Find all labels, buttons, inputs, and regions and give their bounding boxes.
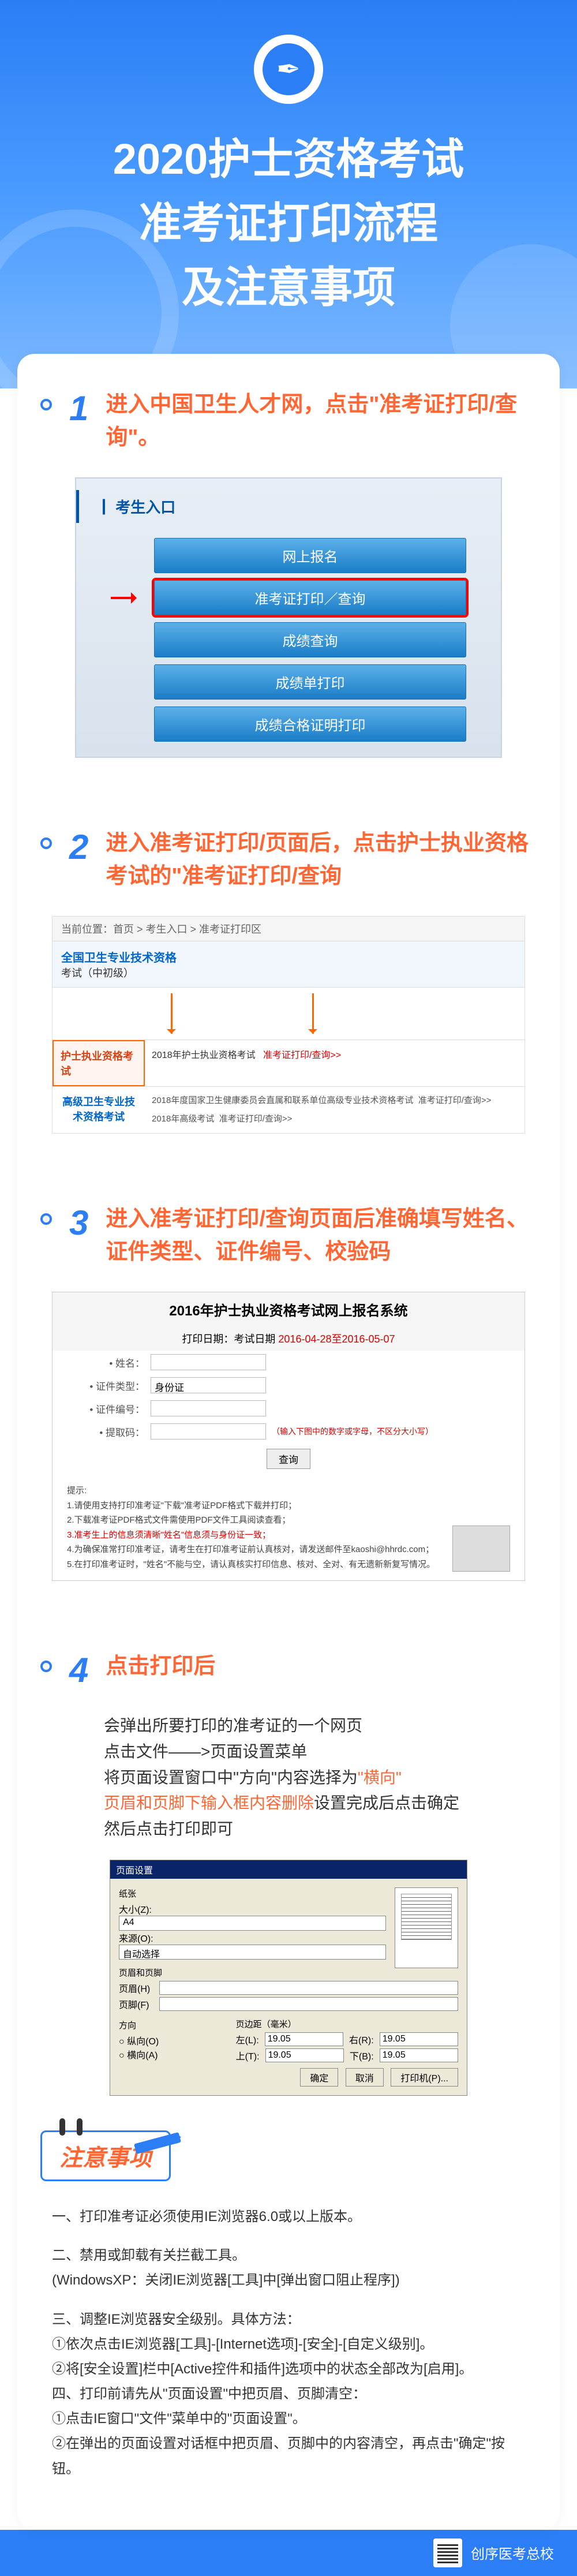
form-subtitle: 打印日期：考试日期 2016-04-28至2016-05-07 [53, 1326, 524, 1351]
page-setup-dialog: 页面设置 纸张 大小(Z): A4 来源(O): 自动选择 页眉和页脚 页眉(H… [110, 1860, 467, 2096]
score-query-button[interactable]: 成绩查询 [154, 622, 466, 657]
notes-badge: 注意事项 [40, 2130, 171, 2181]
code-label: • 提取码： [76, 1425, 145, 1439]
pencil-icon [134, 2132, 181, 2154]
code-input[interactable] [151, 1423, 266, 1440]
banner: 全国卫生专业技术资格 考试（中初级） [53, 941, 524, 988]
arrow-down-icon [171, 993, 173, 1034]
step-dot-icon [40, 838, 52, 849]
org-name: 创序医考总校 [471, 2543, 554, 2563]
qrcode-icon [433, 2538, 462, 2567]
score-print-button[interactable]: 成绩单打印 [154, 664, 466, 700]
breadcrumb: 当前位置：首页 > 考生入口 > 准考证打印区 [53, 917, 524, 941]
header-banner: ✒ 2020护士资格考试 准考证打印流程 及注意事项 [0, 0, 577, 388]
screenshot-step3: 2016年护士执业资格考试网上报名系统 打印日期：考试日期 2016-04-28… [52, 1292, 525, 1581]
nurse-exam-row: 护士执业资格考试 2018年护士执业资格考试 准考证打印/查询>> [53, 1040, 524, 1086]
footer-input[interactable] [159, 1997, 458, 2011]
idnum-label: • 证件编号： [76, 1401, 145, 1416]
step-number: 4 [69, 1650, 88, 1690]
step-dot-icon [40, 399, 52, 410]
step-number: 2 [69, 827, 88, 867]
query-button[interactable]: 查询 [267, 1449, 310, 1469]
entry-heading: ┃ 考生入口 [76, 490, 501, 523]
size-select[interactable]: A4 [119, 1916, 386, 1931]
step-number: 1 [69, 388, 88, 428]
step-3: 3 进入准考证打印/查询页面后准确填写姓名、证件类型、证件编号、校验码 2016… [40, 1203, 537, 1581]
preview-pane [395, 1887, 458, 1968]
print-link[interactable]: 准考证打印/查询>> [263, 1050, 341, 1060]
notes-list: 一、打印准考证必须使用IE浏览器6.0或以上版本。 二、禁用或卸载有关拦截工具。… [40, 2204, 537, 2481]
step-4: 4 点击打印后 会弹出所要打印的准考证的一个网页 点击文件——>页面设置菜单 将… [40, 1650, 537, 2096]
arrow-down-icon [312, 993, 314, 1034]
footer-bar: 创序医考总校 [0, 2530, 577, 2576]
header-input[interactable] [159, 1981, 458, 1995]
page-title: 2020护士资格考试 准考证打印流程 及注意事项 [23, 127, 554, 319]
step-title: 进入中国卫生人才网，点击"准考证打印/查询"。 [106, 388, 537, 454]
step-2: 2 进入准考证打印/页面后，点击护士执业资格考试的"准考证打印/查询 当前位置：… [40, 827, 537, 1134]
screenshot-step2: 当前位置：首页 > 考生入口 > 准考证打印区 全国卫生专业技术资格 考试（中初… [52, 916, 525, 1134]
step-number: 3 [69, 1203, 88, 1243]
step-title: 进入准考证打印/页面后，点击护士执业资格考试的"准考证打印/查询 [106, 827, 537, 893]
print-link[interactable]: 准考证打印/查询>> [219, 1114, 293, 1124]
idnum-input[interactable] [151, 1400, 266, 1416]
step-title: 点击打印后 [106, 1650, 215, 1683]
margin-top-input[interactable]: 19.05 [265, 2048, 344, 2062]
landscape-radio[interactable]: ○ [119, 2051, 127, 2061]
signup-button[interactable]: 网上报名 [154, 538, 466, 573]
content-card: 1 进入中国卫生人才网，点击"准考证打印/查询"。 ┃ 考生入口 网上报名 准考… [17, 354, 560, 2530]
logo-circle: ✒ [254, 35, 323, 104]
senior-exam-row: 高级卫生专业技术资格考试 2018年度国家卫生健康委员会直属和联系单位高级专业技… [53, 1086, 524, 1133]
code-hint: （输入下图中的数字或字母，不区分大小写） [272, 1426, 433, 1437]
ok-button[interactable]: 确定 [300, 2068, 338, 2087]
source-select[interactable]: 自动选择 [119, 1945, 386, 1960]
step-description: 会弹出所要打印的准考证的一个网页 点击文件——>页面设置菜单 将页面设置窗口中"… [104, 1713, 537, 1842]
step-1: 1 进入中国卫生人才网，点击"准考证打印/查询"。 ┃ 考生入口 网上报名 准考… [40, 388, 537, 758]
margin-left-input[interactable]: 19.05 [265, 2032, 343, 2046]
print-query-button[interactable]: 准考证打印／查询 [154, 580, 466, 615]
pen-icon: ✒ [263, 43, 314, 95]
name-label: • 姓名： [76, 1355, 145, 1370]
form-tips: 提示: 1.请使用支持打印准考证"下载"准考证PDF格式下载并打印； 2.下载准… [53, 1475, 524, 1580]
step-dot-icon [40, 1213, 52, 1225]
arrow-annotations [53, 988, 524, 1040]
margin-bottom-input[interactable]: 19.05 [380, 2048, 458, 2062]
cert-print-button[interactable]: 成绩合格证明打印 [154, 706, 466, 742]
step-title: 进入准考证打印/查询页面后准确填写姓名、证件类型、证件编号、校验码 [106, 1203, 537, 1269]
printer-button[interactable]: 打印机(P)... [391, 2068, 458, 2087]
cancel-button[interactable]: 取消 [346, 2068, 384, 2087]
portrait-radio[interactable]: ○ [119, 2037, 127, 2047]
notes-section: 注意事项 一、打印准考证必须使用IE浏览器6.0或以上版本。 二、禁用或卸载有关… [40, 2130, 537, 2481]
step-dot-icon [40, 1661, 52, 1672]
idtype-select[interactable]: 身份证 [151, 1377, 266, 1393]
print-link[interactable]: 准考证打印/查询>> [418, 1096, 492, 1105]
margin-right-input[interactable]: 19.05 [380, 2032, 458, 2046]
arrow-icon [111, 589, 145, 607]
screenshot-step1: ┃ 考生入口 网上报名 准考证打印／查询 成绩查询 成绩单打印 成绩合格证明打印 [75, 477, 502, 758]
captcha-image [452, 1526, 510, 1572]
idtype-label: • 证件类型： [76, 1378, 145, 1393]
dialog-title: 页面设置 [110, 1860, 467, 1879]
form-title: 2016年护士执业资格考试网上报名系统 [53, 1292, 524, 1326]
name-input[interactable] [151, 1354, 266, 1370]
